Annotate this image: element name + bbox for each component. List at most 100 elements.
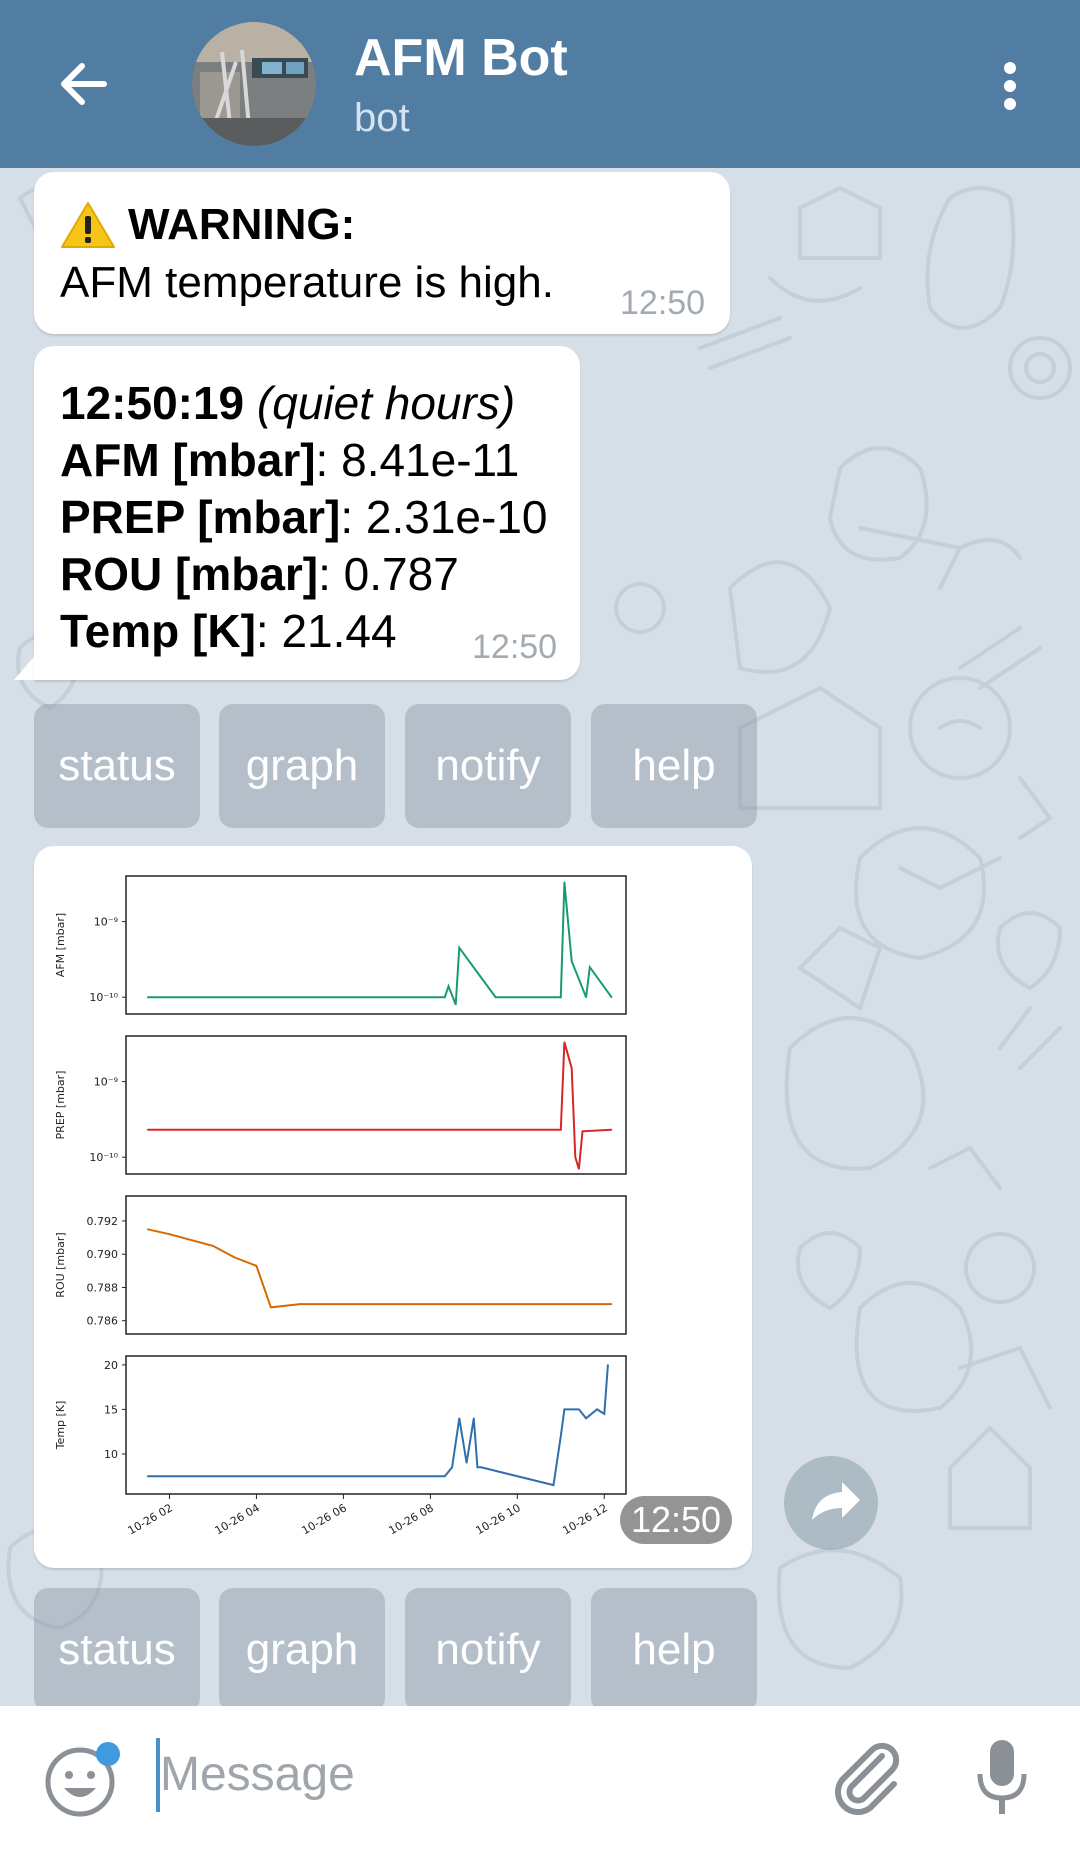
y-tick-label: 10⁻⁹ (94, 1076, 118, 1089)
y-tick-label: 10⁻¹⁰ (89, 991, 118, 1004)
status-time: 12:50:19 (60, 377, 245, 429)
data-point (146, 1475, 149, 1477)
keyboard-button-notify[interactable]: notify (405, 704, 571, 828)
data-point (444, 1475, 446, 1477)
y-tick-label: 0.788 (87, 1281, 119, 1294)
y-tick-label: 20 (104, 1359, 118, 1372)
data-point (451, 1466, 453, 1469)
data-point (563, 881, 566, 884)
afm-label: AFM [mbar] (60, 434, 316, 486)
chat-title[interactable]: AFM Bot (354, 28, 568, 88)
data-point (610, 996, 613, 998)
data-point (563, 1041, 566, 1044)
status-time-line: 12:50:19 (quiet hours) (60, 376, 515, 430)
message-time: 12:50 (472, 628, 558, 666)
data-point (560, 996, 562, 998)
x-tick-label: 10-26 06 (300, 1501, 349, 1537)
data-point (494, 996, 497, 998)
x-tick-label: 10-26 04 (213, 1501, 262, 1537)
data-point (574, 1156, 577, 1158)
data-point (578, 1408, 580, 1411)
prep-label: PREP [mbar] (60, 491, 341, 543)
chart-panel-frame (125, 1355, 627, 1495)
data-point (255, 1265, 258, 1267)
warning-text: AFM temperature is high. (60, 258, 554, 307)
y-tick-label: 10⁻¹⁰ (89, 1151, 118, 1164)
data-point (465, 1462, 468, 1464)
data-point (270, 1306, 272, 1309)
warning-icon (61, 202, 115, 248)
data-point (444, 996, 446, 998)
y-axis-label: Temp [K] (54, 1401, 67, 1451)
temp-line: Temp [K]: 21.44 (60, 604, 397, 658)
microphone-icon[interactable] (972, 1736, 1032, 1820)
data-point (563, 1408, 566, 1411)
data-point (299, 1303, 301, 1305)
forward-arrow-icon[interactable] (784, 1456, 878, 1550)
data-point (146, 1129, 149, 1131)
x-tick-label: 10-26 10 (473, 1501, 522, 1537)
data-point (610, 1303, 613, 1305)
temp-label: Temp [K] (60, 605, 256, 657)
rou-label: ROU [mbar] (60, 548, 319, 600)
data-point (610, 1128, 613, 1131)
chat-subtitle: bot (354, 96, 410, 140)
y-tick-label: 15 (104, 1403, 118, 1416)
prep-value: : 2.31e-10 (340, 491, 548, 543)
keyboard-button-status[interactable]: status (34, 704, 200, 828)
emoji-smile-icon[interactable] (44, 1742, 120, 1818)
data-point (476, 1466, 479, 1469)
x-tick-label: 10-26 12 (560, 1501, 609, 1537)
temp-value: : 21.44 (255, 605, 397, 657)
data-point (447, 985, 450, 987)
keyboard-button-notify[interactable]: notify (405, 1588, 571, 1712)
data-point (607, 1364, 609, 1366)
data-point (570, 1067, 573, 1069)
keyboard-button-graph[interactable]: graph (219, 704, 385, 828)
rou-line: ROU [mbar]: 0.787 (60, 547, 459, 601)
data-point (146, 1228, 149, 1231)
data-point (560, 1129, 562, 1131)
message-input-bar (0, 1706, 1080, 1849)
keyboard-button-help[interactable]: help (591, 704, 757, 828)
arrow-left-icon[interactable] (52, 52, 116, 116)
y-axis-label: ROU [mbar] (54, 1232, 67, 1297)
data-point (480, 1466, 482, 1469)
y-tick-label: 10 (104, 1448, 118, 1461)
data-point (233, 1256, 236, 1259)
data-point (458, 947, 461, 949)
data-point (578, 1168, 580, 1170)
y-tick-label: 10⁻⁹ (94, 916, 118, 929)
data-point (570, 960, 573, 962)
chart-panel-frame (125, 875, 627, 1015)
y-tick-label: 0.790 (87, 1248, 119, 1261)
message-input[interactable] (160, 1734, 660, 1814)
data-point (552, 1484, 555, 1486)
rou-value: : 0.787 (318, 548, 459, 600)
x-tick-label: 10-26 02 (126, 1501, 175, 1537)
data-point (603, 1413, 606, 1415)
avatar[interactable] (192, 22, 316, 146)
data-point (168, 1233, 171, 1235)
data-point (454, 1003, 457, 1006)
chat-header: AFM Bot bot (0, 0, 1080, 168)
data-point (212, 1245, 214, 1247)
status-note: (quiet hours) (256, 377, 516, 429)
chart-panel-frame (125, 1035, 627, 1175)
paperclip-icon[interactable] (826, 1736, 906, 1816)
data-point (581, 1130, 584, 1133)
data-point (585, 996, 587, 998)
sensor-chart[interactable]: 10⁻¹⁰ 10⁻⁹ AFM [mbar] 10⁻¹⁰ 10⁻⁹ PREP [mbar] 0… (46, 860, 736, 1540)
message-time: 12:50 (620, 284, 706, 322)
data-point (560, 1435, 562, 1437)
data-point (596, 1408, 598, 1411)
keyboard-button-status[interactable]: status (34, 1588, 200, 1712)
data-point (589, 966, 591, 968)
keyboard-button-graph[interactable]: graph (219, 1588, 385, 1712)
data-point (473, 1417, 475, 1420)
more-vertical-icon[interactable] (980, 56, 1036, 116)
keyboard-button-help[interactable]: help (591, 1588, 757, 1712)
y-axis-label: AFM [mbar] (54, 913, 67, 977)
y-tick-label: 0.786 (87, 1315, 119, 1328)
afm-line: AFM [mbar]: 8.41e-11 (60, 433, 519, 487)
